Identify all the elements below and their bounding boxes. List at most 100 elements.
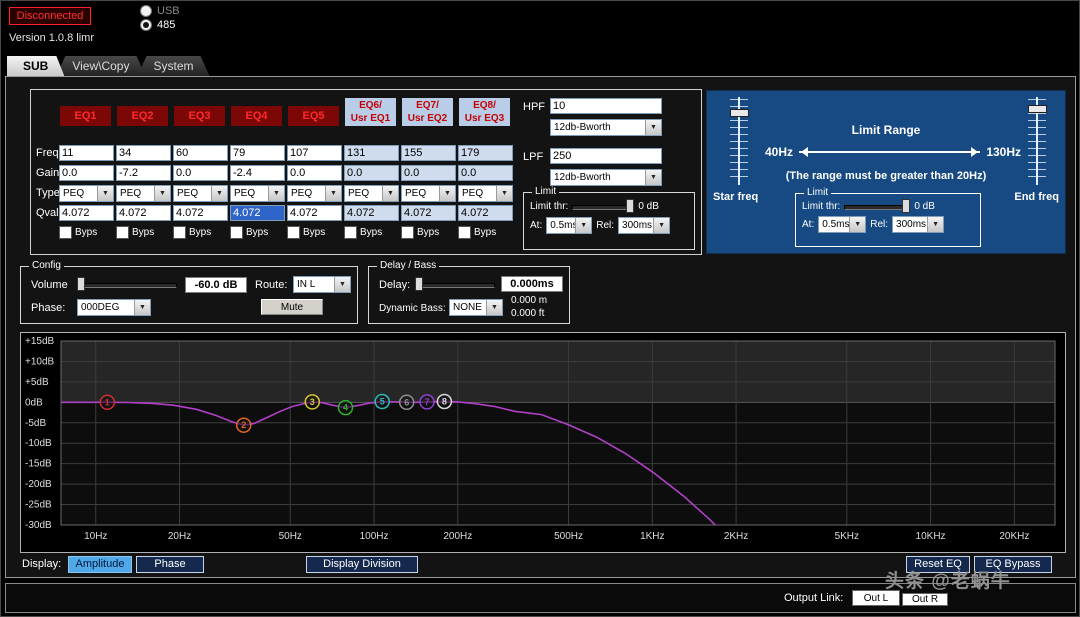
volume-slider[interactable]: [77, 277, 177, 291]
eq8-gain-input[interactable]: [458, 165, 513, 181]
eq7-freq-input[interactable]: [401, 145, 456, 161]
eq2-qval-input[interactable]: [116, 205, 171, 221]
connection-status-button[interactable]: Disconnected: [9, 7, 91, 25]
attack-select[interactable]: 0.5ms: [546, 217, 592, 234]
chevron-down-icon[interactable]: [211, 186, 227, 201]
chevron-down-icon[interactable]: [653, 218, 669, 233]
lpf-type-select[interactable]: 12db-Bworth: [550, 169, 662, 186]
eq8-type-select[interactable]: PEQ: [458, 185, 513, 202]
display-division-button[interactable]: Display Division: [306, 556, 418, 573]
delay-slider[interactable]: [415, 277, 495, 291]
slider-thumb[interactable]: [902, 199, 910, 213]
eq4-bypass[interactable]: Byps: [230, 226, 268, 239]
eq4-qval-input[interactable]: [230, 205, 285, 221]
eq4-type-select[interactable]: PEQ: [230, 185, 285, 202]
radio-usb[interactable]: USB: [140, 5, 180, 17]
lpf-freq-input[interactable]: [550, 148, 662, 164]
chevron-down-icon[interactable]: [645, 120, 661, 135]
eq8-qval-input[interactable]: [458, 205, 513, 221]
eq-point-3[interactable]: 3: [305, 395, 319, 409]
eq1-gain-input[interactable]: [59, 165, 114, 181]
chevron-down-icon[interactable]: [334, 277, 350, 292]
eq-point-6[interactable]: 6: [400, 395, 414, 409]
slider-thumb[interactable]: [415, 277, 423, 291]
eq-point-4[interactable]: 4: [339, 401, 353, 415]
eq1-bypass[interactable]: Byps: [59, 226, 97, 239]
out-r-button[interactable]: Out R: [902, 593, 948, 606]
eq5-freq-input[interactable]: [287, 145, 342, 161]
eq1-freq-input[interactable]: [59, 145, 114, 161]
eq-point-7[interactable]: 7: [420, 395, 434, 409]
eq1-type-select[interactable]: PEQ: [59, 185, 114, 202]
phase-button[interactable]: Phase: [136, 556, 204, 573]
eq2-type-select[interactable]: PEQ: [116, 185, 171, 202]
mute-button[interactable]: Mute: [261, 299, 323, 315]
chevron-down-icon[interactable]: [154, 186, 170, 201]
eq-point-1[interactable]: 1: [100, 395, 114, 409]
chevron-down-icon[interactable]: [849, 217, 865, 232]
chevron-down-icon[interactable]: [382, 186, 398, 201]
chevron-down-icon[interactable]: [927, 217, 943, 232]
chevron-down-icon[interactable]: [575, 218, 591, 233]
tab-sub[interactable]: SUB: [7, 56, 64, 76]
release2-select[interactable]: 300ms: [892, 216, 944, 233]
route-select[interactable]: IN L: [293, 276, 351, 293]
tab-view-copy[interactable]: View\Copy: [56, 56, 145, 76]
eq3-gain-input[interactable]: [173, 165, 228, 181]
eq3-type-select[interactable]: PEQ: [173, 185, 228, 202]
slider-thumb[interactable]: [77, 277, 85, 291]
tab-system[interactable]: System: [137, 56, 209, 76]
eq3-bypass[interactable]: Byps: [173, 226, 211, 239]
chevron-down-icon[interactable]: [97, 186, 113, 201]
slider-thumb[interactable]: [730, 109, 749, 117]
eq-response-graph[interactable]: +15dB+10dB+5dB0dB-5dB-10dB-15dB-20dB-25d…: [21, 333, 1065, 552]
amplitude-button[interactable]: Amplitude: [68, 556, 132, 573]
eq-point-8[interactable]: 8: [437, 395, 451, 409]
eq2-bypass[interactable]: Byps: [116, 226, 154, 239]
eq7-type-select[interactable]: PEQ: [401, 185, 456, 202]
limit-threshold-slider[interactable]: [572, 199, 634, 213]
eq4-gain-input[interactable]: [230, 165, 285, 181]
checkbox-icon[interactable]: [401, 226, 414, 239]
checkbox-icon[interactable]: [116, 226, 129, 239]
release-select[interactable]: 300ms: [618, 217, 670, 234]
checkbox-icon[interactable]: [287, 226, 300, 239]
chevron-down-icon[interactable]: [134, 300, 150, 315]
eq4-freq-input[interactable]: [230, 145, 285, 161]
eq7-qval-input[interactable]: [401, 205, 456, 221]
eq6-bypass[interactable]: Byps: [344, 226, 382, 239]
eq7-gain-input[interactable]: [401, 165, 456, 181]
eq6-qval-input[interactable]: [344, 205, 399, 221]
eq-point-2[interactable]: 2: [237, 418, 251, 432]
eq2-freq-input[interactable]: [116, 145, 171, 161]
slider-thumb[interactable]: [1028, 105, 1047, 113]
checkbox-icon[interactable]: [344, 226, 357, 239]
checkbox-icon[interactable]: [59, 226, 72, 239]
eq3-freq-input[interactable]: [173, 145, 228, 161]
chevron-down-icon[interactable]: [268, 186, 284, 201]
eq6-type-select[interactable]: PEQ: [344, 185, 399, 202]
eq8-freq-input[interactable]: [458, 145, 513, 161]
eq5-qval-input[interactable]: [287, 205, 342, 221]
eq5-gain-input[interactable]: [287, 165, 342, 181]
eq2-gain-input[interactable]: [116, 165, 171, 181]
checkbox-icon[interactable]: [230, 226, 243, 239]
phase-select[interactable]: 000DEG: [77, 299, 151, 316]
eq6-freq-input[interactable]: [344, 145, 399, 161]
hpf-type-select[interactable]: 12db-Bworth: [550, 119, 662, 136]
limit2-threshold-slider[interactable]: [844, 199, 910, 213]
eq5-bypass[interactable]: Byps: [287, 226, 325, 239]
eq6-gain-input[interactable]: [344, 165, 399, 181]
eq-point-5[interactable]: 5: [375, 395, 389, 409]
dynamic-bass-select[interactable]: NONE: [449, 299, 503, 316]
eq3-qval-input[interactable]: [173, 205, 228, 221]
eq5-type-select[interactable]: PEQ: [287, 185, 342, 202]
hpf-freq-input[interactable]: [550, 98, 662, 114]
radio-485-icon[interactable]: [140, 19, 152, 31]
attack2-select[interactable]: 0.5ms: [818, 216, 866, 233]
chevron-down-icon[interactable]: [439, 186, 455, 201]
radio-485[interactable]: 485: [140, 19, 175, 31]
eq1-qval-input[interactable]: [59, 205, 114, 221]
chevron-down-icon[interactable]: [496, 186, 512, 201]
eq7-bypass[interactable]: Byps: [401, 226, 439, 239]
